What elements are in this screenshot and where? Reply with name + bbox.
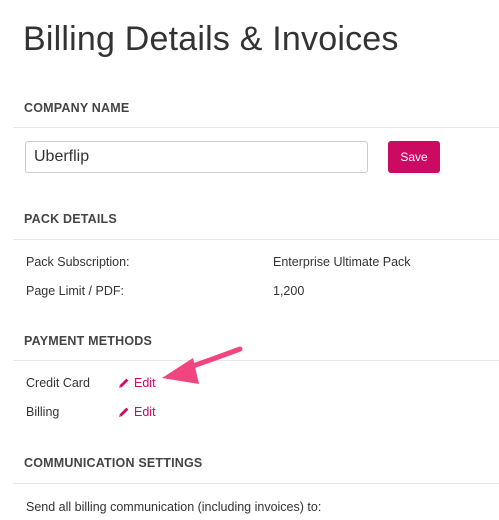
credit-card-label: Credit Card <box>26 376 90 390</box>
page-limit-value: 1,200 <box>273 284 305 298</box>
communication-settings-heading: COMMUNICATION SETTINGS <box>24 456 203 470</box>
billing-edit-link[interactable]: Edit <box>118 405 156 419</box>
credit-card-edit-link[interactable]: Edit <box>118 376 156 390</box>
pack-subscription-value: Enterprise Ultimate Pack <box>273 255 411 269</box>
billing-edit-label: Edit <box>134 405 156 419</box>
payment-methods-heading: PAYMENT METHODS <box>24 334 153 348</box>
company-name-heading: COMPANY NAME <box>24 101 130 115</box>
pack-subscription-label: Pack Subscription: <box>26 255 130 269</box>
pencil-icon <box>118 377 130 389</box>
pencil-icon <box>118 406 130 418</box>
divider <box>13 239 499 240</box>
divider <box>13 360 499 361</box>
billing-label: Billing <box>26 405 60 419</box>
page-title: Billing Details & Invoices <box>23 20 399 58</box>
save-button[interactable]: Save <box>388 141 440 173</box>
pack-details-heading: PACK DETAILS <box>24 212 117 226</box>
company-name-input[interactable] <box>25 141 368 173</box>
divider <box>13 483 499 484</box>
divider <box>13 127 499 128</box>
page-limit-label: Page Limit / PDF: <box>26 284 124 298</box>
communication-description: Send all billing communication (includin… <box>26 500 322 514</box>
credit-card-edit-label: Edit <box>134 376 156 390</box>
